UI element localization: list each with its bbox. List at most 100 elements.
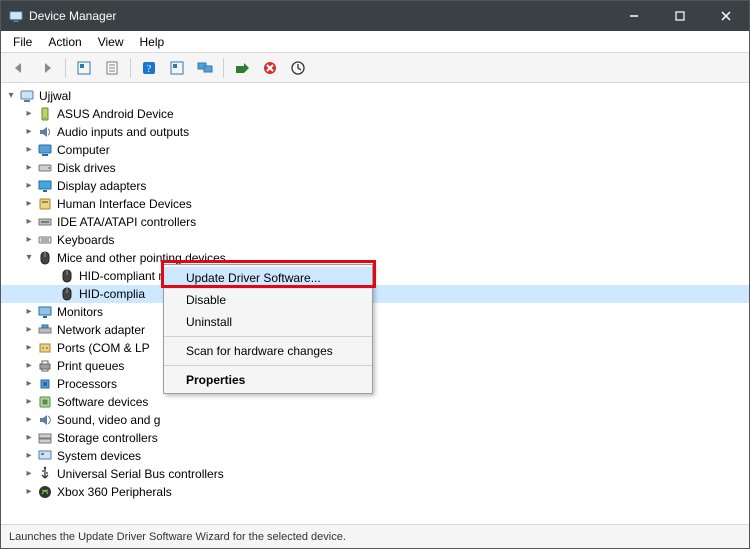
context-menu-label: Properties bbox=[186, 373, 245, 387]
ports-icon bbox=[37, 340, 53, 356]
back-icon[interactable] bbox=[7, 56, 31, 80]
tree-device[interactable]: HID-compliant mouse bbox=[1, 267, 749, 285]
context-menu-item-disable[interactable]: Disable bbox=[164, 289, 372, 311]
chevron-right-icon[interactable]: ▸ bbox=[23, 144, 35, 156]
tree-category[interactable]: ▸ Storage controllers bbox=[1, 429, 749, 447]
printer-icon bbox=[37, 358, 53, 374]
chevron-right-icon[interactable]: ▸ bbox=[23, 432, 35, 444]
tree-category[interactable]: ▸Processors bbox=[1, 375, 749, 393]
tree-category[interactable]: ▸ IDE ATA/ATAPI controllers bbox=[1, 213, 749, 231]
chevron-right-icon[interactable]: ▸ bbox=[23, 450, 35, 462]
help-icon[interactable]: ? bbox=[137, 56, 161, 80]
menu-action[interactable]: Action bbox=[40, 33, 89, 51]
tree-category[interactable]: ▸Software devices bbox=[1, 393, 749, 411]
tree-category[interactable]: ▸ Human Interface Devices bbox=[1, 195, 749, 213]
scan-monitors-icon[interactable] bbox=[193, 56, 217, 80]
menu-view[interactable]: View bbox=[90, 33, 132, 51]
uninstall-icon[interactable] bbox=[258, 56, 282, 80]
close-button[interactable] bbox=[703, 1, 749, 31]
chevron-right-icon[interactable]: ▸ bbox=[23, 378, 35, 390]
chevron-right-icon[interactable]: ▸ bbox=[23, 306, 35, 318]
minimize-button[interactable] bbox=[611, 1, 657, 31]
tree-node-label: Print queues bbox=[57, 357, 124, 375]
context-menu-label: Scan for hardware changes bbox=[186, 344, 333, 358]
chevron-right-icon[interactable]: ▸ bbox=[23, 468, 35, 480]
tree-category[interactable]: ▸Universal Serial Bus controllers bbox=[1, 465, 749, 483]
tree-category[interactable]: ▾Mice and other pointing devices bbox=[1, 249, 749, 267]
mouse-icon bbox=[59, 286, 75, 302]
chevron-down-icon[interactable]: ▾ bbox=[23, 252, 35, 264]
menu-help[interactable]: Help bbox=[132, 33, 173, 51]
context-menu-item-properties[interactable]: Properties bbox=[164, 369, 372, 391]
tree-root[interactable]: ▾Ujjwal bbox=[1, 87, 749, 105]
refresh-icon[interactable] bbox=[165, 56, 189, 80]
chevron-right-icon[interactable]: ▸ bbox=[23, 180, 35, 192]
context-menu-label: Update Driver Software... bbox=[186, 271, 321, 285]
chevron-right-icon[interactable]: ▸ bbox=[23, 360, 35, 372]
tree-node-label: Ports (COM & LP bbox=[57, 339, 150, 357]
tree-category[interactable]: ▸ System devices bbox=[1, 447, 749, 465]
tree-category[interactable]: ▸Network adapter bbox=[1, 321, 749, 339]
root-icon bbox=[19, 88, 35, 104]
chevron-right-icon[interactable]: ▸ bbox=[23, 108, 35, 120]
context-menu-item-scan-hardware[interactable]: Scan for hardware changes bbox=[164, 340, 372, 362]
statusbar: Launches the Update Driver Software Wiza… bbox=[1, 524, 749, 548]
tree-category[interactable]: ▸Disk drives bbox=[1, 159, 749, 177]
maximize-button[interactable] bbox=[657, 1, 703, 31]
tree-category[interactable]: ▸Computer bbox=[1, 141, 749, 159]
context-menu-separator bbox=[164, 365, 372, 366]
tree-node-label: IDE ATA/ATAPI controllers bbox=[57, 213, 196, 231]
context-menu-separator bbox=[164, 336, 372, 337]
enable-icon[interactable] bbox=[230, 56, 254, 80]
tree-category[interactable]: ▸ Print queues bbox=[1, 357, 749, 375]
toolbar-separator bbox=[130, 58, 131, 78]
keyboard-icon bbox=[37, 232, 53, 248]
context-menu-item-update-driver[interactable]: Update Driver Software... bbox=[164, 267, 372, 289]
tree-node-label: Xbox 360 Peripherals bbox=[57, 483, 172, 501]
tree-category[interactable]: ▸ Xbox 360 Peripherals bbox=[1, 483, 749, 501]
tree-node-label: HID-complia bbox=[79, 285, 145, 303]
mouse-icon bbox=[59, 268, 75, 284]
tree-node-label: System devices bbox=[57, 447, 141, 465]
chevron-right-icon[interactable]: ▸ bbox=[23, 126, 35, 138]
chevron-right-icon[interactable]: ▸ bbox=[23, 324, 35, 336]
tree-category[interactable]: ▸ Display adapters bbox=[1, 177, 749, 195]
tree-category[interactable]: ▸ ASUS Android Device bbox=[1, 105, 749, 123]
properties-icon[interactable] bbox=[100, 56, 124, 80]
chevron-right-icon[interactable]: ▸ bbox=[23, 396, 35, 408]
context-menu-item-uninstall[interactable]: Uninstall bbox=[164, 311, 372, 333]
tree-category[interactable]: ▸Keyboards bbox=[1, 231, 749, 249]
context-menu: Update Driver Software... Disable Uninst… bbox=[163, 264, 373, 394]
statusbar-text: Launches the Update Driver Software Wiza… bbox=[9, 531, 346, 543]
chevron-right-icon[interactable]: ▸ bbox=[23, 216, 35, 228]
show-hidden-icon[interactable] bbox=[72, 56, 96, 80]
tree-node-label: Storage controllers bbox=[57, 429, 158, 447]
computer-icon bbox=[37, 142, 53, 158]
chevron-right-icon[interactable]: ▸ bbox=[23, 234, 35, 246]
tree-node-label: Display adapters bbox=[57, 177, 146, 195]
device-tree-pane[interactable]: ▾Ujjwal ▸ ASUS Android Device▸Audio inputs… bbox=[1, 83, 749, 524]
hid-icon bbox=[37, 196, 53, 212]
forward-icon[interactable] bbox=[35, 56, 59, 80]
titlebar[interactable]: Device Manager bbox=[1, 1, 749, 31]
menu-file[interactable]: File bbox=[5, 33, 40, 51]
tree-category[interactable]: ▸ Ports (COM & LP bbox=[1, 339, 749, 357]
network-icon bbox=[37, 322, 53, 338]
tree-node-label: Human Interface Devices bbox=[57, 195, 192, 213]
chevron-right-icon[interactable]: ▸ bbox=[23, 198, 35, 210]
tree-category[interactable]: ▸Sound, video and g bbox=[1, 411, 749, 429]
tree-device[interactable]: HID-complia bbox=[1, 285, 749, 303]
tree-category[interactable]: ▸Audio inputs and outputs bbox=[1, 123, 749, 141]
chevron-down-icon[interactable]: ▾ bbox=[5, 90, 17, 102]
chevron-right-icon[interactable]: ▸ bbox=[23, 162, 35, 174]
tree-node-label: ASUS Android Device bbox=[57, 105, 174, 123]
cpu-icon bbox=[37, 376, 53, 392]
chevron-right-icon[interactable]: ▸ bbox=[23, 486, 35, 498]
chevron-right-icon[interactable]: ▸ bbox=[23, 342, 35, 354]
tree-category[interactable]: ▸Monitors bbox=[1, 303, 749, 321]
tree-twisty-none bbox=[45, 288, 57, 300]
ide-icon bbox=[37, 214, 53, 230]
update-driver-icon[interactable] bbox=[286, 56, 310, 80]
toolbar-separator bbox=[65, 58, 66, 78]
chevron-right-icon[interactable]: ▸ bbox=[23, 414, 35, 426]
